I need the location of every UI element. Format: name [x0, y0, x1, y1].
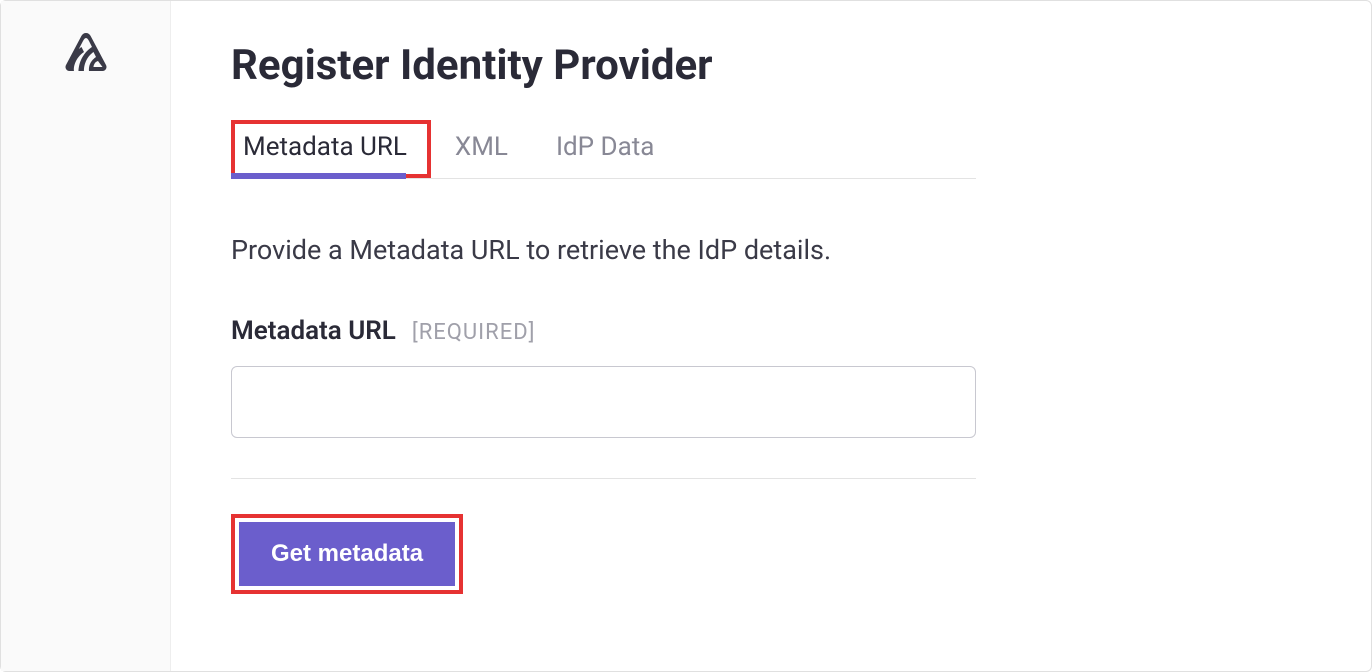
tab-label: IdP Data: [556, 132, 654, 162]
tab-label: Metadata URL: [243, 132, 407, 162]
get-metadata-button[interactable]: Get metadata: [239, 522, 455, 586]
field-label-row: Metadata URL [REQUIRED]: [231, 316, 1311, 346]
divider: [231, 478, 976, 479]
submit-button-highlight: Get metadata: [231, 514, 463, 594]
form-description: Provide a Metadata URL to retrieve the I…: [231, 234, 1311, 266]
main-content: Register Identity Provider Metadata URL …: [171, 1, 1371, 671]
page-title: Register Identity Provider: [231, 41, 1311, 90]
tab-xml[interactable]: XML: [431, 120, 532, 178]
metadata-url-label: Metadata URL: [231, 316, 396, 346]
metadata-url-input[interactable]: [231, 366, 976, 438]
tab-label: XML: [455, 132, 508, 162]
tab-metadata-url[interactable]: Metadata URL: [231, 120, 431, 178]
sentry-logo-icon: [62, 31, 110, 79]
required-indicator: [REQUIRED]: [412, 320, 536, 345]
app-container: Register Identity Provider Metadata URL …: [0, 0, 1372, 672]
sidebar: [1, 1, 171, 671]
tab-idp-data[interactable]: IdP Data: [532, 120, 678, 178]
tabs-nav: Metadata URL XML IdP Data: [231, 120, 976, 179]
